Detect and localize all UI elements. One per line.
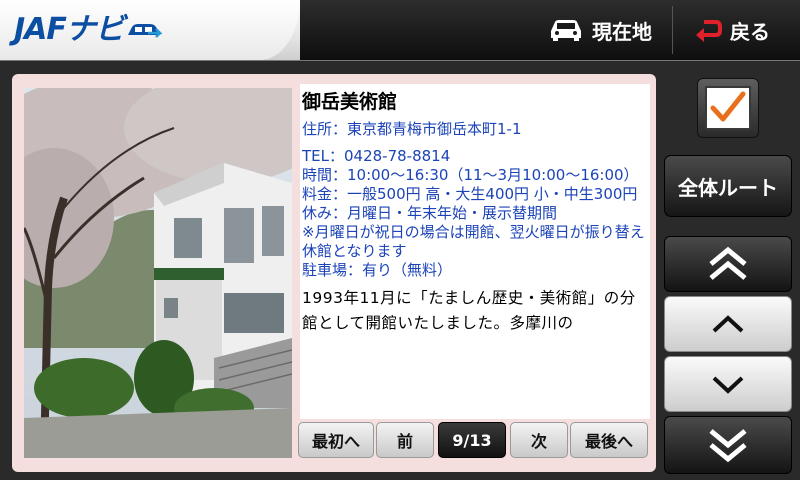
chevron-down-icon: [712, 376, 744, 394]
select-checkbox[interactable]: [697, 78, 759, 138]
next-page-button[interactable]: 次: [510, 422, 568, 458]
back-label: 戻る: [730, 19, 770, 44]
logo-plate: JAFナビ: [0, 0, 300, 60]
logo-car-icon: [127, 24, 162, 38]
car-icon: [551, 20, 581, 41]
scroll-bottom-button[interactable]: [664, 416, 792, 474]
first-page-button[interactable]: 最初へ: [298, 422, 374, 458]
facility-note: ※月曜日が祝日の場合は開館、翌火曜日が振り替え休館となります: [302, 223, 645, 260]
page-counter: 9/13: [438, 422, 506, 458]
scroll-down-button[interactable]: [664, 356, 792, 412]
checkbox-box: [705, 86, 751, 130]
header-bar: JAFナビ 現在地 戻る: [0, 0, 800, 61]
scroll-top-button[interactable]: [664, 236, 792, 292]
chevron-up-icon: [712, 315, 744, 333]
header-divider: [672, 6, 673, 54]
museum-photo: [24, 88, 292, 458]
scroll-up-button[interactable]: [664, 296, 792, 352]
app-logo-text: JAFナビ: [14, 12, 125, 47]
facility-fee: 料金：一般500円 高・大生400円 小・中生300円: [302, 185, 638, 203]
detail-panel: 御岳美術館 住所：東京都青梅市御岳本町1-1 TEL：0428-78-8814 …: [12, 74, 656, 472]
last-page-button[interactable]: 最後へ: [570, 422, 648, 458]
prev-page-button[interactable]: 前: [376, 422, 434, 458]
double-chevron-up-icon: [709, 246, 747, 280]
current-location-label: 現在地: [592, 19, 652, 44]
detail-info: 御岳美術館 住所：東京都青梅市御岳本町1-1 TEL：0428-78-8814 …: [300, 84, 650, 419]
facility-title: 御岳美術館: [302, 91, 398, 113]
checkmark-icon: [710, 91, 746, 122]
double-chevron-down-icon: [709, 429, 747, 463]
back-arrow-icon: [696, 20, 722, 42]
all-route-button[interactable]: 全体ルート: [664, 155, 792, 217]
facility-tel[interactable]: TEL：0428-78-8814: [302, 147, 650, 166]
facility-address: 住所：東京都青梅市御岳本町1-1: [302, 120, 522, 138]
museum-photo-illustration: [24, 88, 292, 458]
pager: 最初へ 前 9/13 次 最後へ: [298, 422, 648, 460]
current-location-button[interactable]: 現在地: [548, 0, 668, 60]
app-logo: JAFナビ: [14, 10, 162, 50]
facility-hours: 時間：10:00～16:30（11～3月10:00～16:00）: [302, 166, 639, 184]
back-button[interactable]: 戻る: [694, 0, 794, 60]
facility-description: 1993年11月に「たましん歴史・美術館」の分館として開館いたしました。多摩川の: [302, 289, 636, 332]
facility-parking: 駐車場：有り（無料）: [302, 261, 453, 279]
facility-closed: 休み：月曜日・年末年始・展示替期間: [302, 204, 558, 222]
